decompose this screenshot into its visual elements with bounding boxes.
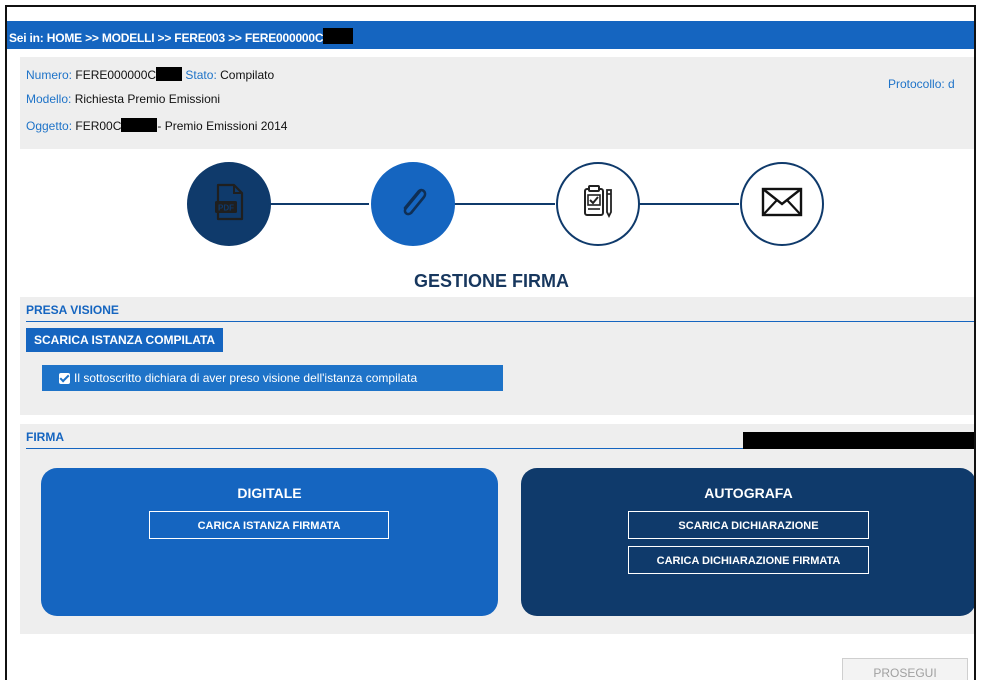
- carica-dichiarazione-firmata-button[interactable]: CARICA DICHIARAZIONE FIRMATA: [628, 546, 869, 574]
- breadcrumb-prefix: Sei in:: [9, 31, 47, 45]
- document-info-panel: Numero: FERE000000C Stato: Compilato Pro…: [20, 57, 974, 149]
- clipboard-check-icon: [578, 182, 618, 227]
- svg-text:PDF: PDF: [218, 203, 234, 212]
- paperclip-icon: [393, 182, 433, 227]
- stato-value: Compilato: [220, 68, 275, 82]
- autografa-title: AUTOGRAFA: [704, 485, 793, 501]
- presa-visione-heading: PRESA VISIONE: [26, 303, 974, 322]
- carica-istanza-firmata-button[interactable]: CARICA ISTANZA FIRMATA: [149, 511, 389, 539]
- redaction-box: [121, 118, 158, 132]
- redaction-box: [743, 432, 974, 449]
- step-attachment: [371, 162, 455, 246]
- pdf-icon: PDF: [212, 182, 246, 227]
- oggetto-value: FER00C: [75, 119, 122, 133]
- step-sign: [556, 162, 640, 246]
- envelope-icon: [760, 185, 804, 224]
- step-pdf: PDF: [187, 162, 271, 246]
- modello-value: Richiesta Premio Emissioni: [74, 92, 221, 106]
- stato-label: Stato:: [185, 68, 217, 82]
- numero-label: Numero:: [26, 68, 73, 82]
- oggetto-row: Oggetto: FER00C - Premio Emissioni 2014: [26, 118, 287, 133]
- firma-section: FIRMA DIGITALE CARICA ISTANZA FIRMATA AU…: [20, 424, 974, 634]
- oggetto-label: Oggetto:: [26, 119, 73, 133]
- prosegui-button[interactable]: PROSEGUI: [842, 658, 968, 680]
- scarica-dichiarazione-button[interactable]: SCARICA DICHIARAZIONE: [628, 511, 869, 539]
- numero-value: FERE000000C: [75, 68, 157, 82]
- step-send: [740, 162, 824, 246]
- page-title: GESTIONE FIRMA: [413, 271, 569, 291]
- protocollo-label: Protocollo: d: [888, 77, 955, 91]
- presa-visione-section: PRESA VISIONE SCARICA ISTANZA COMPILATA …: [20, 297, 974, 415]
- checkbox[interactable]: [59, 372, 70, 384]
- step-connector: [453, 203, 555, 205]
- redaction-box: [156, 67, 183, 81]
- digitale-card: DIGITALE CARICA ISTANZA FIRMATA: [41, 468, 498, 616]
- download-istanza-button[interactable]: SCARICA ISTANZA COMPILATA: [26, 328, 224, 352]
- progress-steps: PDF: [7, 157, 974, 287]
- redaction-box: [323, 28, 354, 44]
- presa-visione-checkbox-row[interactable]: Il sottoscritto dichiara di aver preso v…: [42, 365, 503, 391]
- app-frame: Sei in: HOME >> MODELLI >> FERE003 >> FE…: [5, 5, 976, 680]
- oggetto-value-suffix: - Premio Emissioni 2014: [157, 119, 288, 133]
- step-connector: [639, 203, 739, 205]
- checkbox-label: Il sottoscritto dichiara di aver preso v…: [74, 371, 418, 385]
- breadcrumb-path[interactable]: HOME >> MODELLI >> FERE003 >> FERE000000…: [47, 31, 324, 45]
- autografa-card: AUTOGRAFA SCARICA DICHIARAZIONE CARICA D…: [521, 468, 974, 616]
- breadcrumb: Sei in: HOME >> MODELLI >> FERE003 >> FE…: [7, 21, 974, 49]
- modello-label: Modello:: [26, 92, 72, 106]
- digitale-title: DIGITALE: [237, 485, 302, 501]
- numero-row: Numero: FERE000000C Stato: Compilato: [26, 67, 274, 82]
- modello-row: Modello: Richiesta Premio Emissioni: [26, 92, 220, 106]
- step-connector: [269, 203, 369, 205]
